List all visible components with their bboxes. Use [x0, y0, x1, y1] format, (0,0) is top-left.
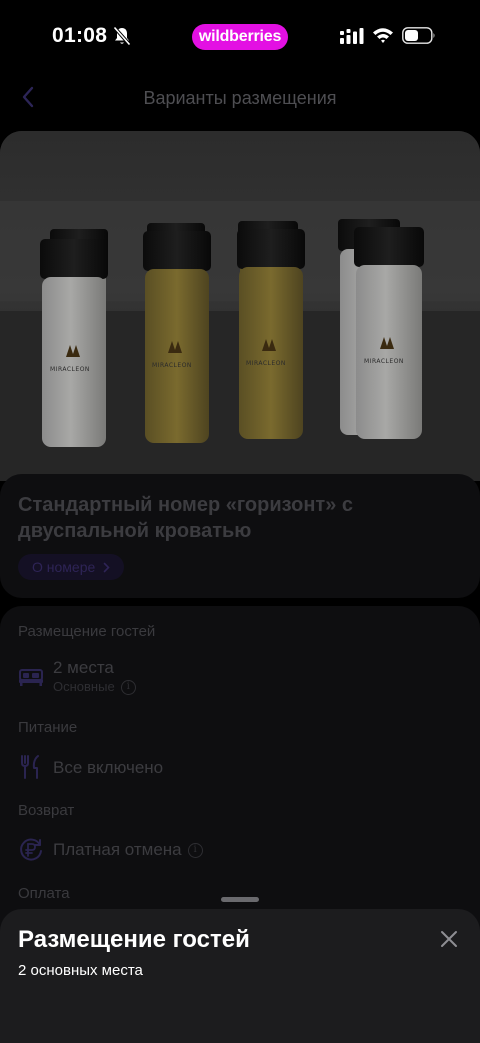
page-title: Варианты размещения [143, 88, 337, 108]
info-icon[interactable]: i [187, 843, 203, 859]
nav-bar: Варианты размещения [0, 72, 480, 124]
close-button[interactable] [436, 926, 462, 952]
bell-off-icon [113, 26, 131, 46]
photo-brand-label: MIRACLEON [50, 366, 90, 373]
guests-sub-label: Основные [53, 679, 115, 694]
battery-icon [402, 27, 435, 44]
room-photo[interactable]: MIRACLEON MIRACLEON MIRACLEON MIRACLEON [0, 131, 480, 481]
fork-knife-icon [21, 755, 39, 779]
status-time: 01:08 [52, 24, 108, 47]
photo-brand-label: MIRACLEON [152, 362, 192, 369]
refund-row: Платная отмена i [53, 840, 203, 860]
about-room-label: О номере [32, 559, 96, 575]
status-bar: 01:08 wildberries [0, 0, 480, 72]
payment-section-label: Оплата [18, 885, 70, 902]
sheet-title: Размещение гостей [18, 926, 250, 953]
brand-badge: wildberries [192, 24, 288, 50]
sheet-subtitle: 2 основных места [18, 962, 143, 979]
page: 01:08 wildberries Варианты размещения MI… [0, 0, 480, 1043]
photo-brand-label: MIRACLEON [364, 358, 404, 365]
bed-icon [19, 669, 43, 686]
room-title: Стандартный номер «горизонт» с двуспальн… [18, 494, 353, 542]
close-icon [441, 931, 457, 947]
room-photo-image: MIRACLEON MIRACLEON MIRACLEON MIRACLEON [0, 131, 480, 481]
wifi-icon [373, 28, 393, 43]
food-value: Все включено [53, 758, 164, 777]
about-room-button[interactable]: О номере [18, 554, 125, 580]
sheet-drag-handle[interactable] [221, 897, 259, 902]
food-section-label: Питание [18, 719, 78, 736]
refund-value: Платная отмена [53, 840, 182, 859]
info-icon[interactable]: i [120, 680, 136, 696]
room-card: Стандартный номер «горизонт» с двуспальн… [0, 474, 480, 598]
bottom-sheet: Размещение гостей 2 основных места [0, 909, 480, 1043]
photo-brand-label: MIRACLEON [246, 360, 286, 367]
ruble-refund-icon [20, 838, 42, 861]
guests-value: 2 места [53, 658, 114, 677]
chevron-right-icon [103, 562, 110, 572]
guests-sub: Основные i [53, 679, 136, 696]
signal-icon [340, 28, 364, 44]
guests-section-label: Размещение гостей [18, 623, 156, 640]
refund-section-label: Возврат [18, 802, 75, 819]
